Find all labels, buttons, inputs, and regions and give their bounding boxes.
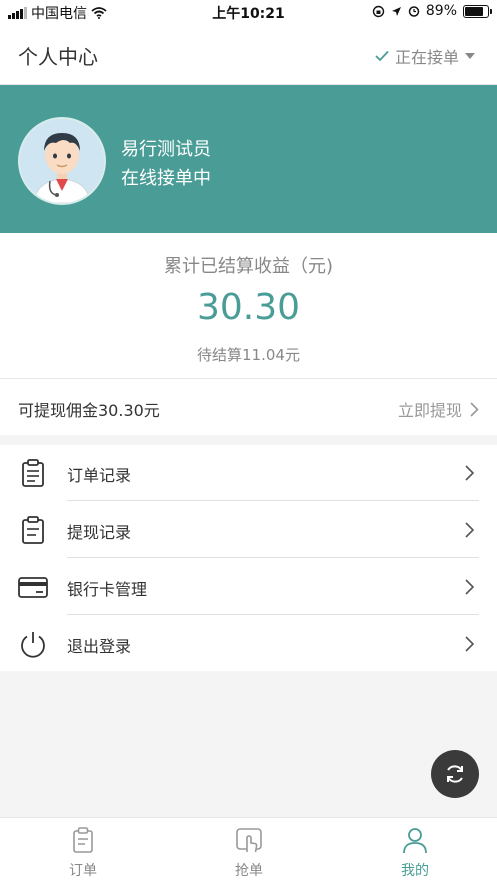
chevron-right-icon <box>465 522 475 538</box>
profile-name: 易行测试员 <box>121 139 211 160</box>
caret-down-icon <box>465 52 475 59</box>
refresh-button[interactable] <box>431 750 479 798</box>
profile-banner: 易行测试员 在线接单中 <box>0 85 497 233</box>
clipboard-icon <box>22 516 44 544</box>
menu-item-label: 订单记录 <box>67 466 132 485</box>
bank-card-icon <box>18 577 48 598</box>
status-right: 89% <box>372 3 492 19</box>
menu-item-label: 退出登录 <box>67 637 132 656</box>
order-status-dropdown[interactable]: 正在接单 <box>375 44 475 68</box>
tab-label: 抢单 <box>235 863 263 879</box>
withdrawable-amount: 可提现佣金30.30元 <box>18 401 160 420</box>
chevron-right-icon <box>465 465 475 481</box>
menu-item-logout[interactable]: 退出登录 <box>0 616 497 672</box>
battery-fill <box>465 6 483 16</box>
divider <box>67 557 479 558</box>
chevron-right-icon <box>465 579 475 595</box>
chevron-right-icon <box>470 401 479 417</box>
tab-label: 我的 <box>401 863 429 879</box>
page-title: 个人中心 <box>18 45 98 69</box>
tab-grab-order[interactable]: 抢单 <box>166 818 332 884</box>
tab-orders[interactable]: 订单 <box>0 818 166 884</box>
status-bar: 中国电信 上午10:21 89% <box>0 0 497 24</box>
tab-mine[interactable]: 我的 <box>332 818 497 884</box>
earnings-card: 累计已结算收益（元) 30.30 待结算11.04元 <box>0 233 497 379</box>
menu-item-order-records[interactable]: 订单记录 <box>0 445 497 501</box>
menu-item-bank-card[interactable]: 银行卡管理 <box>0 559 497 615</box>
clipboard-list-icon <box>22 459 44 487</box>
nav-bar: 个人中心 正在接单 <box>0 24 497 85</box>
earnings-amount: 30.30 <box>196 287 301 328</box>
chevron-right-icon <box>465 636 475 652</box>
location-icon <box>391 6 401 16</box>
divider <box>67 500 479 501</box>
earnings-label: 累计已结算收益（元) <box>163 256 334 277</box>
hand-tap-icon <box>236 828 262 853</box>
divider <box>67 614 479 615</box>
battery-percent: 89% <box>425 3 457 19</box>
menu-item-label: 银行卡管理 <box>67 580 148 599</box>
tab-bar: 订单 抢单 我的 <box>0 817 497 884</box>
profile-status: 在线接单中 <box>121 168 211 189</box>
alarm-icon <box>408 6 420 17</box>
menu-item-label: 提现记录 <box>67 523 132 542</box>
avatar[interactable] <box>18 117 106 205</box>
rotation-lock-icon <box>372 5 385 17</box>
power-icon <box>21 632 45 658</box>
withdraw-row[interactable]: 可提现佣金30.30元 立即提现 <box>0 379 497 435</box>
earnings-pending: 待结算11.04元 <box>197 346 300 364</box>
withdraw-now-label: 立即提现 <box>397 401 462 420</box>
tab-label: 订单 <box>69 863 97 879</box>
refresh-icon <box>447 765 463 783</box>
battery-icon <box>463 4 492 18</box>
user-icon <box>403 828 427 854</box>
check-icon <box>375 50 389 62</box>
order-status-label: 正在接单 <box>394 48 459 67</box>
withdraw-now-link[interactable]: 立即提现 <box>398 397 479 421</box>
menu-item-withdraw-records[interactable]: 提现记录 <box>0 502 497 558</box>
clipboard-icon <box>73 827 93 853</box>
doctor-avatar-icon <box>20 119 104 203</box>
menu-list: 订单记录 提现记录 银行卡管理 退出登录 <box>0 445 497 671</box>
